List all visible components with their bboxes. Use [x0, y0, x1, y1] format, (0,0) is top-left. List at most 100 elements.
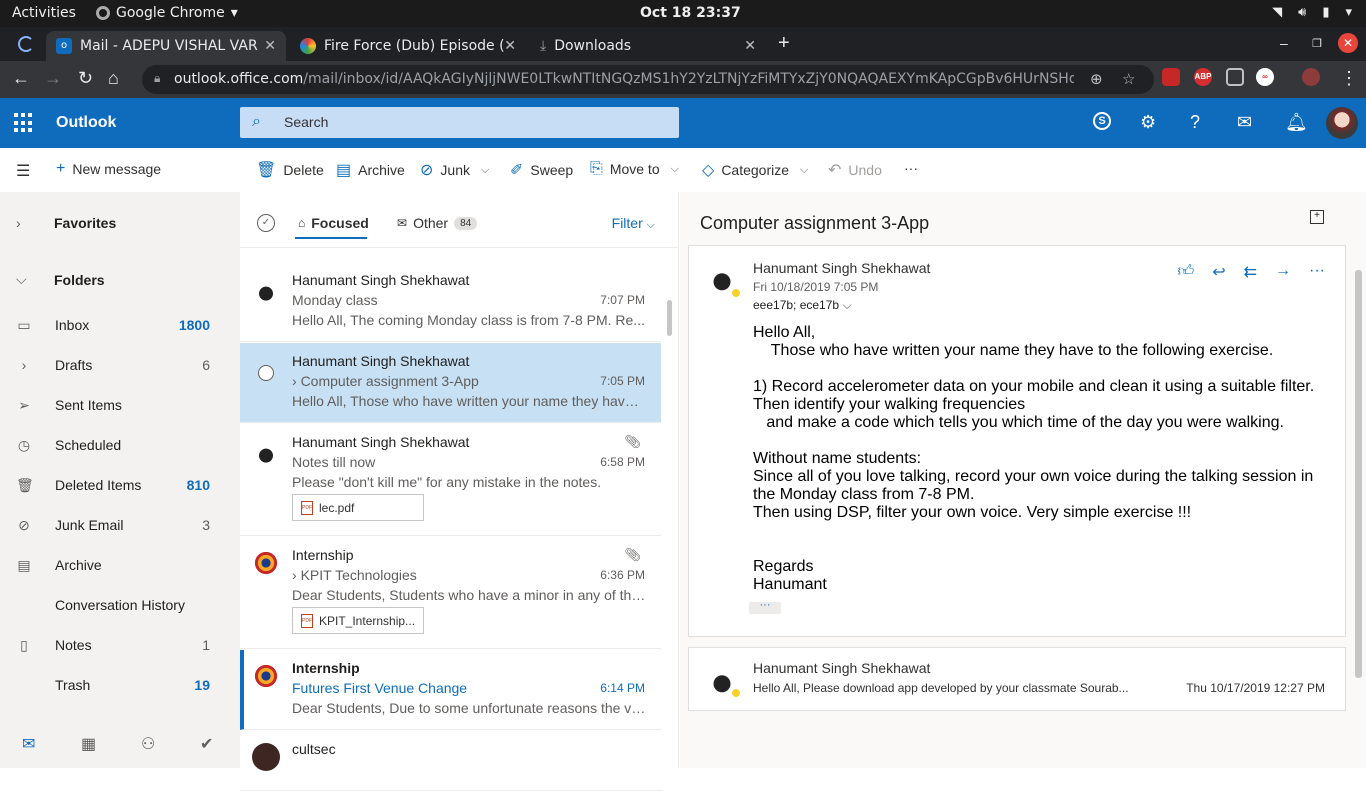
close-window-button[interactable]: ✕	[1338, 33, 1358, 53]
people-icon[interactable]: ⚇	[141, 734, 155, 754]
chevron-down-icon[interactable]: ⌵	[481, 164, 489, 177]
folder-deleted-items[interactable]: 🗑︎ Deleted Items 810	[0, 465, 240, 505]
chevron-down-icon[interactable]: ⌵	[800, 164, 808, 177]
chevron-down-icon[interactable]: ⌵	[671, 163, 679, 176]
folder-archive[interactable]: ▤ Archive	[0, 545, 240, 585]
search-input[interactable]: Search	[284, 114, 328, 130]
attachment-chip[interactable]: PDF KPIT_Internship...	[292, 607, 424, 634]
app-launcher-icon[interactable]	[14, 113, 34, 133]
more-actions-button[interactable]: ···	[904, 160, 918, 176]
app-menu[interactable]: Google Chrome ▾	[96, 5, 238, 21]
message-row[interactable]: Hanumant Singh Shekhawat Monday class 7:…	[240, 262, 661, 342]
extension-red-icon[interactable]	[1162, 68, 1180, 86]
attachment-chip[interactable]: PDF lec.pdf	[292, 494, 424, 521]
reply-all-icon[interactable]: ⇇	[1244, 262, 1257, 282]
filter-button[interactable]: Filter ⌵	[612, 215, 655, 232]
tab-downloads[interactable]: ⤓ Downloads ✕	[530, 31, 766, 61]
new-message-button[interactable]: + New message	[56, 160, 161, 178]
message-row[interactable]: Hanumant Singh Shekhawat 📎︎ Notes till n…	[240, 424, 661, 536]
feedback-icon[interactable]: ✉	[1237, 112, 1252, 133]
sender-name[interactable]: Hanumant Singh Shekhawat	[753, 260, 930, 276]
show-trimmed-content-button[interactable]: ···	[749, 600, 781, 614]
clock[interactable]: Oct 18 23:37	[640, 5, 741, 21]
archive-button[interactable]: ▤ Archive	[336, 160, 405, 180]
folder-notes[interactable]: ▯ Notes 1	[0, 625, 240, 665]
reply-icon[interactable]: ↩	[1212, 262, 1225, 282]
home-icon[interactable]: ⌂	[108, 68, 119, 89]
tab-fire-force[interactable]: Fire Force (Dub) Episode ( ✕	[290, 31, 526, 61]
categorize-button[interactable]: ◇ Categorize ⌵	[702, 160, 808, 180]
skype-icon[interactable]: S	[1093, 112, 1111, 130]
recipients[interactable]: eee17b; ece17b ⌵	[753, 298, 852, 313]
reload-icon[interactable]: ↻	[78, 68, 93, 89]
tasks-check-icon[interactable]: ✔	[200, 734, 213, 754]
close-icon[interactable]: ✕	[504, 38, 516, 54]
back-icon[interactable]: ←	[12, 68, 30, 89]
favorites-header[interactable]: › Favorites	[16, 215, 116, 231]
settings-gear-icon[interactable]: ⚙	[1140, 112, 1156, 133]
notifications-bell-icon[interactable]: 🔔︎	[1285, 112, 1308, 133]
forward-icon[interactable]: →	[44, 68, 62, 89]
minimize-button[interactable]: –	[1280, 35, 1288, 51]
bookmark-star-icon[interactable]: ☆	[1122, 70, 1135, 88]
message-row[interactable]: Internship 📎︎ › KPIT Technologies 6:36 P…	[240, 537, 661, 649]
select-radio[interactable]	[258, 365, 274, 381]
forward-icon[interactable]: →	[1275, 262, 1291, 282]
hamburger-menu-icon[interactable]: ☰	[16, 161, 30, 181]
folder-drafts[interactable]: › Drafts 6	[0, 345, 240, 385]
address-bar[interactable]: 🔒︎ outlook.office.com/mail/inbox/id/AAQk…	[142, 65, 1154, 94]
message-row-unread[interactable]: Internship Futures First Venue Change 6:…	[240, 650, 661, 730]
undo-button[interactable]: ↶ Undo	[828, 160, 882, 180]
maximize-button[interactable]: ❐	[1312, 37, 1322, 50]
like-icon[interactable]: 👍︎	[1177, 262, 1194, 282]
close-icon[interactable]: ✕	[744, 38, 756, 54]
mail-icon[interactable]: ✉	[22, 734, 35, 754]
message-list: ✓ ⌂ Focused ✉ Other 84 Filter ⌵ Hanumant…	[240, 192, 679, 791]
message-row-selected[interactable]: Hanumant Singh Shekhawat › Computer assi…	[240, 343, 661, 423]
trash-icon: 🗑︎	[256, 162, 277, 179]
download-icon: ⤓	[540, 38, 547, 54]
menu-icon[interactable]: ⋮	[1340, 68, 1358, 89]
new-tab-button[interactable]: +	[778, 32, 790, 55]
folder-junk-email[interactable]: ⊘ Junk Email 3	[0, 505, 240, 545]
popout-icon[interactable]: +	[1310, 210, 1324, 224]
pocket-icon[interactable]	[1226, 68, 1244, 86]
chevron-down-icon: ▾	[1345, 5, 1352, 20]
extension-game-icon[interactable]: ∞	[1256, 68, 1274, 86]
folder-scheduled[interactable]: ◷ Scheduled	[0, 425, 240, 465]
sweep-button[interactable]: ✐ Sweep	[510, 160, 573, 180]
add-icon[interactable]: ⊕	[1090, 70, 1103, 88]
send-icon: ➢	[18, 396, 30, 413]
help-icon[interactable]: ?	[1190, 112, 1200, 133]
folders-header[interactable]: ⌵ Folders	[16, 271, 105, 288]
earlier-message-card[interactable]: Hanumant Singh Shekhawat Hello All, Plea…	[688, 647, 1346, 711]
move-to-button[interactable]: ⎘ Move to ⌵	[590, 160, 679, 178]
account-avatar[interactable]	[1326, 107, 1358, 139]
close-icon[interactable]: ✕	[264, 38, 276, 54]
folder-sent-items[interactable]: ➢ Sent Items	[0, 385, 240, 425]
system-tray[interactable]: ◥ 🔊︎ ▮ ▾	[1272, 5, 1352, 20]
reading-scrollbar[interactable]	[1355, 270, 1362, 678]
tab-other[interactable]: ✉ Other 84	[397, 215, 478, 231]
adblock-icon[interactable]: ABP	[1194, 68, 1212, 86]
volume-icon: 🔊︎	[1298, 5, 1307, 20]
delete-button[interactable]: 🗑︎ Delete	[256, 160, 324, 180]
outlook-brand[interactable]: Outlook	[56, 114, 116, 132]
calendar-icon[interactable]: ▦	[81, 734, 96, 754]
activities-button[interactable]: Activities	[12, 5, 76, 21]
list-scrollbar[interactable]	[667, 300, 672, 336]
more-icon[interactable]: ···	[1309, 262, 1325, 282]
folder-conversation-history[interactable]: Conversation History	[0, 585, 240, 625]
message-row[interactable]: cultsec	[240, 731, 661, 791]
select-all-checkbox[interactable]: ✓	[257, 214, 275, 232]
junk-button[interactable]: ⊘ Junk ⌵	[420, 160, 489, 180]
tab-mail[interactable]: o Mail - ADEPU VISHAL VAR ✕	[46, 31, 286, 61]
chevron-right-icon[interactable]: ›	[292, 567, 301, 583]
folder-trash[interactable]: Trash 19	[0, 665, 240, 705]
chevron-right-icon[interactable]: ›	[292, 373, 301, 389]
profile-avatar[interactable]	[1302, 68, 1320, 86]
tab-focused[interactable]: ⌂ Focused	[295, 215, 369, 239]
search-box[interactable]: ⌕ Search	[240, 107, 679, 138]
chevron-right-icon[interactable]: ›	[16, 357, 32, 373]
folder-inbox[interactable]: ▭ Inbox 1800	[0, 305, 240, 345]
